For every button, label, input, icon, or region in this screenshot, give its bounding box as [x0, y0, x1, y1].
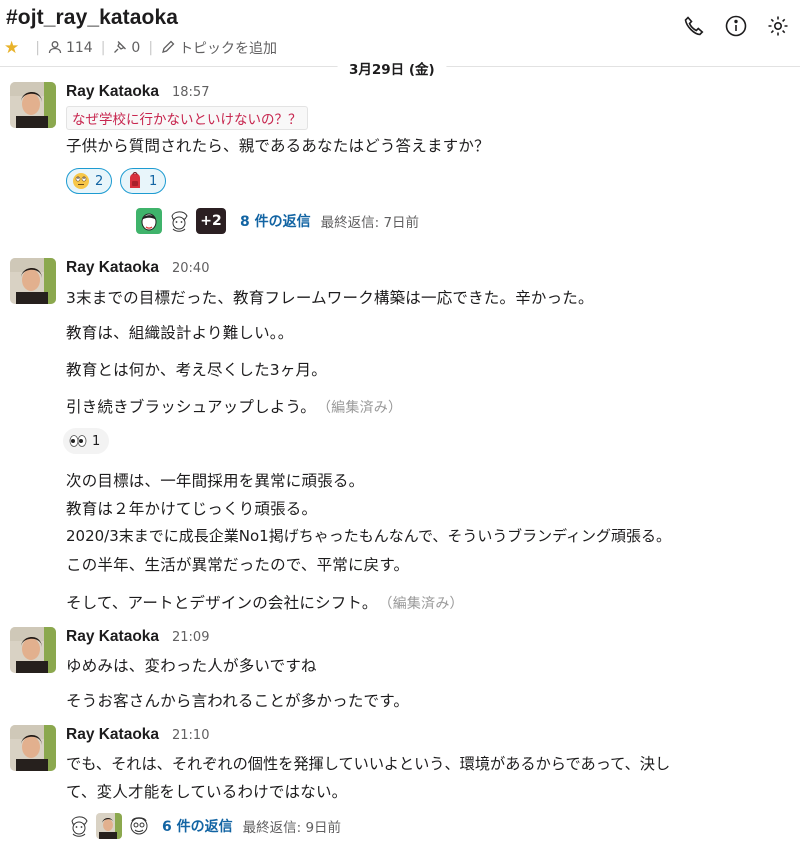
thread-summary[interactable]: +2 8 件の返信 最終返信: 7日前 [136, 208, 419, 234]
message-text: そして、アートとデザインの会社にシフト。 （編集済み） [66, 591, 464, 613]
message-text: そうお客さんから言われることが多かったです。 [66, 692, 410, 710]
message-text: この半年、生活が異常だったので、平常に戻す。 [66, 556, 410, 574]
reaction-pill[interactable]: 2 [66, 168, 113, 194]
message-line: 引き続きブラッシュアップしよう。 [66, 398, 316, 416]
date-divider[interactable]: 3月29日 (金) [337, 58, 447, 82]
reply-count-link[interactable]: 6 件の返信 [162, 816, 233, 836]
channel-meta: ★ | 114 | 0 | トピックを追加 [4, 38, 277, 58]
message-timestamp[interactable]: 21:09 [172, 630, 209, 645]
message-author[interactable]: Ray Kataoka [66, 628, 159, 646]
message-text: 教育は、組織設計より難しい。。 [66, 324, 294, 342]
channel-header: #ojt_ray_kataoka ★ | 114 | 0 | トピックを追加 [0, 0, 800, 62]
edited-label: （編集済み） [385, 596, 464, 612]
message-text: 引き続きブラッシュアップしよう。 （編集済み） [66, 395, 402, 417]
rolling-eyes-face-icon [71, 171, 91, 191]
info-icon[interactable] [724, 14, 748, 38]
reply-avatar [166, 208, 192, 234]
member-count[interactable]: 114 [66, 40, 93, 56]
last-reply-time: 最終返信: 9日前 [242, 820, 342, 836]
message-text: て、変人才能をしているわけではない。 [66, 783, 348, 801]
meta-divider: | [35, 40, 40, 56]
header-actions [682, 14, 790, 38]
message-timestamp[interactable]: 21:10 [172, 728, 209, 743]
avatar[interactable] [10, 258, 56, 304]
reaction-count: 1 [149, 173, 158, 189]
message-text: 教育は２年かけてじっくり頑張る。 [66, 500, 318, 518]
school-backpack-icon [125, 171, 145, 191]
reaction-count: 2 [95, 173, 104, 189]
message-text: 3末までの目標だった、教育フレームワーク構築は一応できた。辛かった。 [66, 289, 594, 307]
reply-count-link[interactable]: 8 件の返信 [240, 211, 311, 231]
reply-avatar [66, 813, 92, 839]
message-text: 教育とは何か、考え尽くした3ヶ月。 [66, 361, 327, 379]
meta-divider: | [100, 40, 106, 56]
message-text: でも、それは、それぞれの個性を発揮していいよという、環境があるからであって、決し [66, 755, 671, 773]
reply-avatar [96, 813, 122, 839]
reply-avatar [136, 208, 162, 234]
thread-summary[interactable]: 6 件の返信 最終返信: 9日前 [66, 813, 341, 839]
members-icon[interactable] [48, 40, 62, 56]
gear-icon[interactable] [766, 14, 790, 38]
message-line: そして、アートとデザインの会社にシフト。 [66, 594, 378, 612]
avatar[interactable] [10, 725, 56, 771]
message-author[interactable]: Ray Kataoka [66, 83, 159, 101]
message-timestamp[interactable]: 18:57 [172, 85, 209, 100]
star-icon[interactable]: ★ [4, 38, 19, 58]
pin-count[interactable]: 0 [131, 40, 140, 56]
channel-title[interactable]: #ojt_ray_kataoka [6, 6, 178, 30]
more-repliers-badge: +2 [196, 208, 226, 234]
message-author[interactable]: Ray Kataoka [66, 259, 159, 277]
message-text: 2020/3末までに成長企業No1掲げちゃったもんなんで、そういうブランディング… [66, 527, 672, 545]
reaction-pill[interactable]: 1 [63, 428, 110, 454]
message-timestamp[interactable]: 20:40 [172, 261, 209, 276]
last-reply-time: 最終返信: 7日前 [320, 215, 420, 231]
message-text: 次の目標は、一年間採用を異常に頑張る。 [66, 472, 365, 490]
inline-code: なぜ学校に行かないといけないの？？ [66, 106, 308, 130]
edited-label: （編集済み） [323, 400, 403, 416]
reply-avatar [126, 813, 152, 839]
reaction-count: 1 [92, 433, 101, 449]
message-text: 子供から質問されたら、親であるあなたはどう答えますか？ [66, 137, 490, 155]
eyes-icon [68, 431, 88, 451]
message-text: ゆめみは、変わった人が多いですね [66, 657, 317, 675]
add-topic-link[interactable]: トピックを追加 [179, 38, 277, 58]
avatar[interactable] [10, 627, 56, 673]
pin-icon[interactable] [113, 40, 127, 56]
phone-icon[interactable] [682, 14, 706, 38]
avatar[interactable] [10, 82, 56, 128]
reaction-pill[interactable]: 1 [120, 168, 167, 194]
message-author[interactable]: Ray Kataoka [66, 726, 159, 744]
pencil-icon[interactable] [161, 40, 175, 56]
meta-divider: | [148, 40, 154, 56]
